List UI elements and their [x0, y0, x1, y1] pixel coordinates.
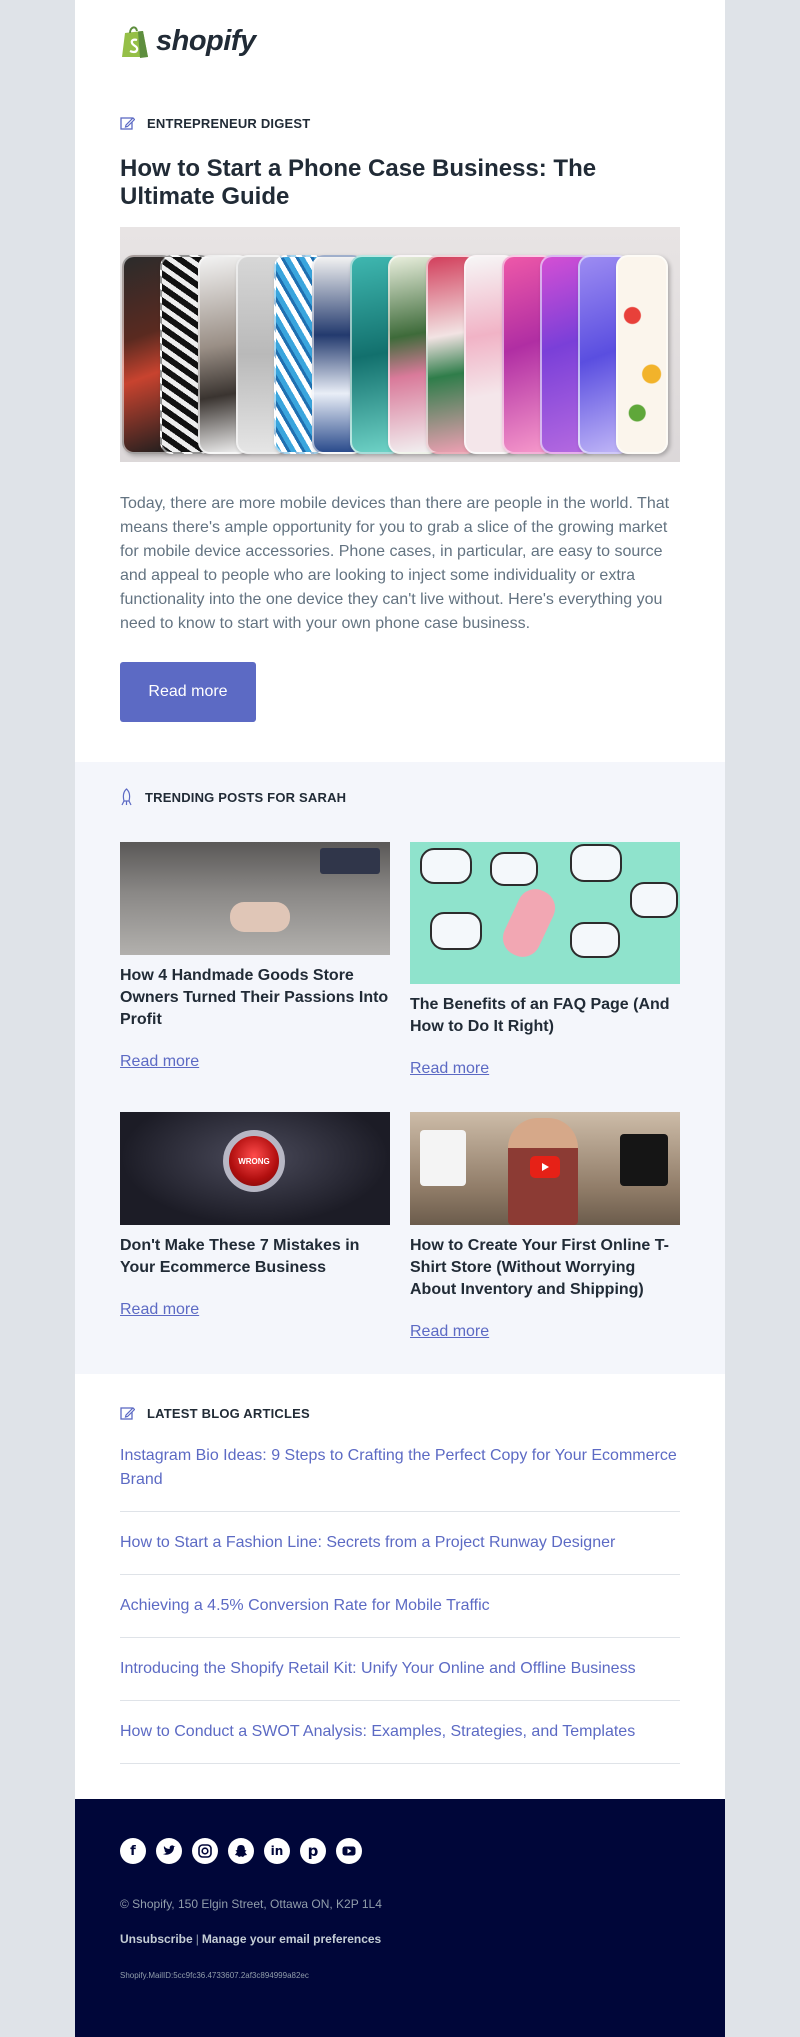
twitter-icon[interactable]: [156, 1838, 182, 1864]
article-title[interactable]: How to Start a Phone Case Business: The …: [120, 155, 680, 211]
trending-card-title[interactable]: The Benefits of an FAQ Page (And How to …: [410, 994, 680, 1038]
snapchat-icon[interactable]: [228, 1838, 254, 1864]
latest-section-label: LATEST BLOG ARTICLES: [120, 1406, 310, 1421]
crafts-workbench-image[interactable]: [120, 842, 390, 955]
trending-card-title[interactable]: Don't Make These 7 Mistakes in Your Ecom…: [120, 1235, 390, 1279]
email-body: shopify ENTREPRENEUR DIGEST How to Start…: [75, 0, 725, 2037]
shopping-bag-icon: [122, 26, 148, 58]
trending-section: TRENDING POSTS FOR SARAH How 4 Handmade …: [75, 762, 725, 1374]
social-links: f in p: [120, 1838, 372, 1864]
scissors-tool: [320, 848, 380, 874]
list-item: How to Conduct a SWOT Analysis: Examples…: [120, 1720, 680, 1764]
trending-label-text: TRENDING POSTS FOR SARAH: [145, 789, 347, 805]
list-item: Achieving a 4.5% Conversion Rate for Mob…: [120, 1594, 680, 1638]
speech-bubble: [630, 882, 678, 918]
trending-card[interactable]: WRONG Don't Make These 7 Mistakes in You…: [120, 1112, 390, 1319]
mail-id: Shopify.MailID:5cc9fc36.4733607.2af3c894…: [120, 1971, 309, 1980]
trending-card[interactable]: How 4 Handmade Goods Store Owners Turned…: [120, 842, 390, 1071]
read-more-link[interactable]: Read more: [120, 1053, 390, 1071]
button-text: WRONG: [238, 1156, 270, 1166]
speech-bubble: [490, 852, 538, 886]
footer: f in p © Shopify, 150 Elgin Street, Otta…: [75, 1799, 725, 2037]
craft-hands: [230, 902, 290, 932]
speech-bubble: [570, 844, 622, 882]
read-more-link[interactable]: Read more: [120, 1301, 390, 1319]
wrong-button-image[interactable]: WRONG: [120, 1112, 390, 1225]
read-more-link[interactable]: Read more: [410, 1060, 680, 1078]
white-tshirt: [420, 1130, 466, 1186]
linkedin-icon[interactable]: in: [264, 1838, 290, 1864]
tshirt-video-thumbnail[interactable]: [410, 1112, 680, 1225]
play-button-icon[interactable]: [530, 1156, 560, 1178]
trending-section-label: TRENDING POSTS FOR SARAH: [120, 788, 346, 806]
list-item: How to Start a Fashion Line: Secrets fro…: [120, 1531, 680, 1575]
read-more-button[interactable]: Read more: [120, 662, 256, 722]
play-triangle-icon: [542, 1163, 549, 1171]
read-more-link[interactable]: Read more: [410, 1323, 680, 1341]
black-tshirt: [620, 1134, 668, 1186]
instagram-icon[interactable]: [192, 1838, 218, 1864]
footer-links: Unsubscribe | Manage your email preference…: [120, 1932, 381, 1946]
unsubscribe-link[interactable]: Unsubscribe: [120, 1932, 193, 1946]
list-item: Introducing the Shopify Retail Kit: Unif…: [120, 1657, 680, 1701]
rocket-icon: [121, 788, 132, 806]
trending-card-title[interactable]: How to Create Your First Online T-Shirt …: [410, 1235, 680, 1301]
pink-telephone: [496, 883, 562, 963]
trending-card[interactable]: The Benefits of an FAQ Page (And How to …: [410, 842, 680, 1078]
edit-icon: [120, 117, 135, 130]
speech-bubble: [430, 912, 482, 950]
email-preferences-link[interactable]: Manage your email preferences: [202, 1932, 381, 1946]
youtube-icon[interactable]: [336, 1838, 362, 1864]
latest-label-text: LATEST BLOG ARTICLES: [147, 1406, 310, 1421]
list-item: Instagram Bio Ideas: 9 Steps to Crafting…: [120, 1444, 680, 1512]
brand-wordmark: shopify: [156, 25, 256, 57]
trending-card[interactable]: How to Create Your First Online T-Shirt …: [410, 1112, 680, 1341]
speech-bubble: [570, 922, 620, 958]
article-link[interactable]: Achieving a 4.5% Conversion Rate for Mob…: [120, 1597, 490, 1614]
speech-bubbles-image[interactable]: [410, 842, 680, 984]
speech-bubble: [420, 848, 472, 884]
latest-articles-list: Instagram Bio Ideas: 9 Steps to Crafting…: [120, 1444, 680, 1783]
company-address: © Shopify, 150 Elgin Street, Ottawa ON, …: [120, 1897, 382, 1911]
link-separator: |: [195, 1932, 199, 1946]
article-link[interactable]: Introducing the Shopify Retail Kit: Unif…: [120, 1660, 636, 1677]
pinterest-icon[interactable]: p: [300, 1838, 326, 1864]
red-button: WRONG: [223, 1130, 285, 1192]
trending-card-title[interactable]: How 4 Handmade Goods Store Owners Turned…: [120, 965, 390, 1031]
phone-cases-hero-image[interactable]: [120, 227, 680, 462]
edit-icon: [120, 1407, 135, 1420]
article-intro: Today, there are more mobile devices tha…: [120, 495, 670, 632]
article-link[interactable]: Instagram Bio Ideas: 9 Steps to Crafting…: [120, 1447, 677, 1488]
phone-case: [616, 255, 668, 454]
article-link[interactable]: How to Start a Fashion Line: Secrets fro…: [120, 1534, 615, 1551]
facebook-icon[interactable]: f: [120, 1838, 146, 1864]
article-link[interactable]: How to Conduct a SWOT Analysis: Examples…: [120, 1723, 635, 1740]
digest-section-label: ENTREPRENEUR DIGEST: [120, 116, 310, 131]
shopify-logo[interactable]: shopify: [120, 24, 256, 59]
digest-label-text: ENTREPRENEUR DIGEST: [147, 116, 311, 131]
